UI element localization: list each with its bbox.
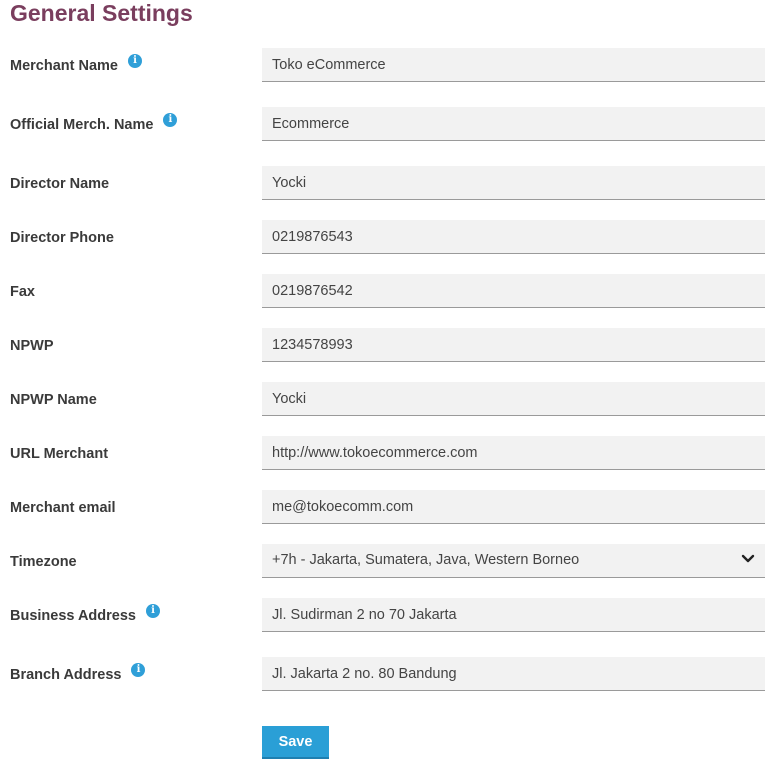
save-button[interactable]: Save [262, 726, 329, 759]
timezone-select[interactable]: +7h - Jakarta, Sumatera, Java, Western B… [262, 544, 765, 578]
npwp-name-label: NPWP Name [10, 392, 97, 408]
branch-address-input[interactable] [262, 657, 765, 691]
merchant-name-label-text: Merchant Name [10, 58, 118, 74]
director-name-label-text: Director Name [10, 176, 110, 192]
timezone-label-text: Timezone [10, 554, 77, 570]
director-name-label: Director Name [10, 176, 109, 192]
merchant-name-input[interactable] [262, 48, 765, 82]
url-merchant-label-text: URL Merchant [10, 446, 109, 462]
url-merchant-label: URL Merchant [10, 446, 108, 462]
official-merchant-name-input[interactable] [262, 107, 765, 141]
merchant-name-label: Merchant Name i [10, 54, 142, 74]
npwp-label-text: NPWP [10, 338, 54, 354]
business-address-label: Business Address i [10, 604, 160, 624]
business-address-input[interactable] [262, 598, 765, 632]
business-address-label-text: Business Address [10, 608, 136, 624]
fax-input[interactable] [262, 274, 765, 308]
branch-address-label: Branch Address i [10, 663, 146, 683]
info-icon[interactable]: i [127, 54, 142, 68]
official-merchant-name-label: Official Merch. Name i [10, 113, 178, 133]
info-icon[interactable]: i [145, 604, 160, 618]
npwp-input[interactable] [262, 328, 765, 362]
director-phone-label-text: Director Phone [10, 230, 114, 246]
npwp-name-input[interactable] [262, 382, 765, 416]
npwp-label: NPWP [10, 338, 54, 354]
info-icon[interactable]: i [131, 663, 146, 677]
info-icon[interactable]: i [163, 113, 178, 127]
director-phone-label: Director Phone [10, 230, 114, 246]
branch-address-label-text: Branch Address [10, 667, 122, 683]
npwp-name-label-text: NPWP Name [10, 392, 97, 408]
url-merchant-input[interactable] [262, 436, 765, 470]
merchant-email-input[interactable] [262, 490, 765, 524]
page-title: General Settings [10, 0, 193, 26]
merchant-email-label: Merchant email [10, 500, 116, 516]
chevron-down-icon [741, 554, 755, 563]
fax-label-text: Fax [10, 284, 35, 300]
official-merchant-name-label-text: Official Merch. Name [10, 117, 154, 133]
director-phone-input[interactable] [262, 220, 765, 254]
fax-label: Fax [10, 284, 35, 300]
director-name-input[interactable] [262, 166, 765, 200]
timezone-selected-value: +7h - Jakarta, Sumatera, Java, Western B… [272, 552, 580, 568]
timezone-label: Timezone [10, 554, 77, 570]
merchant-email-label-text: Merchant email [10, 500, 116, 516]
